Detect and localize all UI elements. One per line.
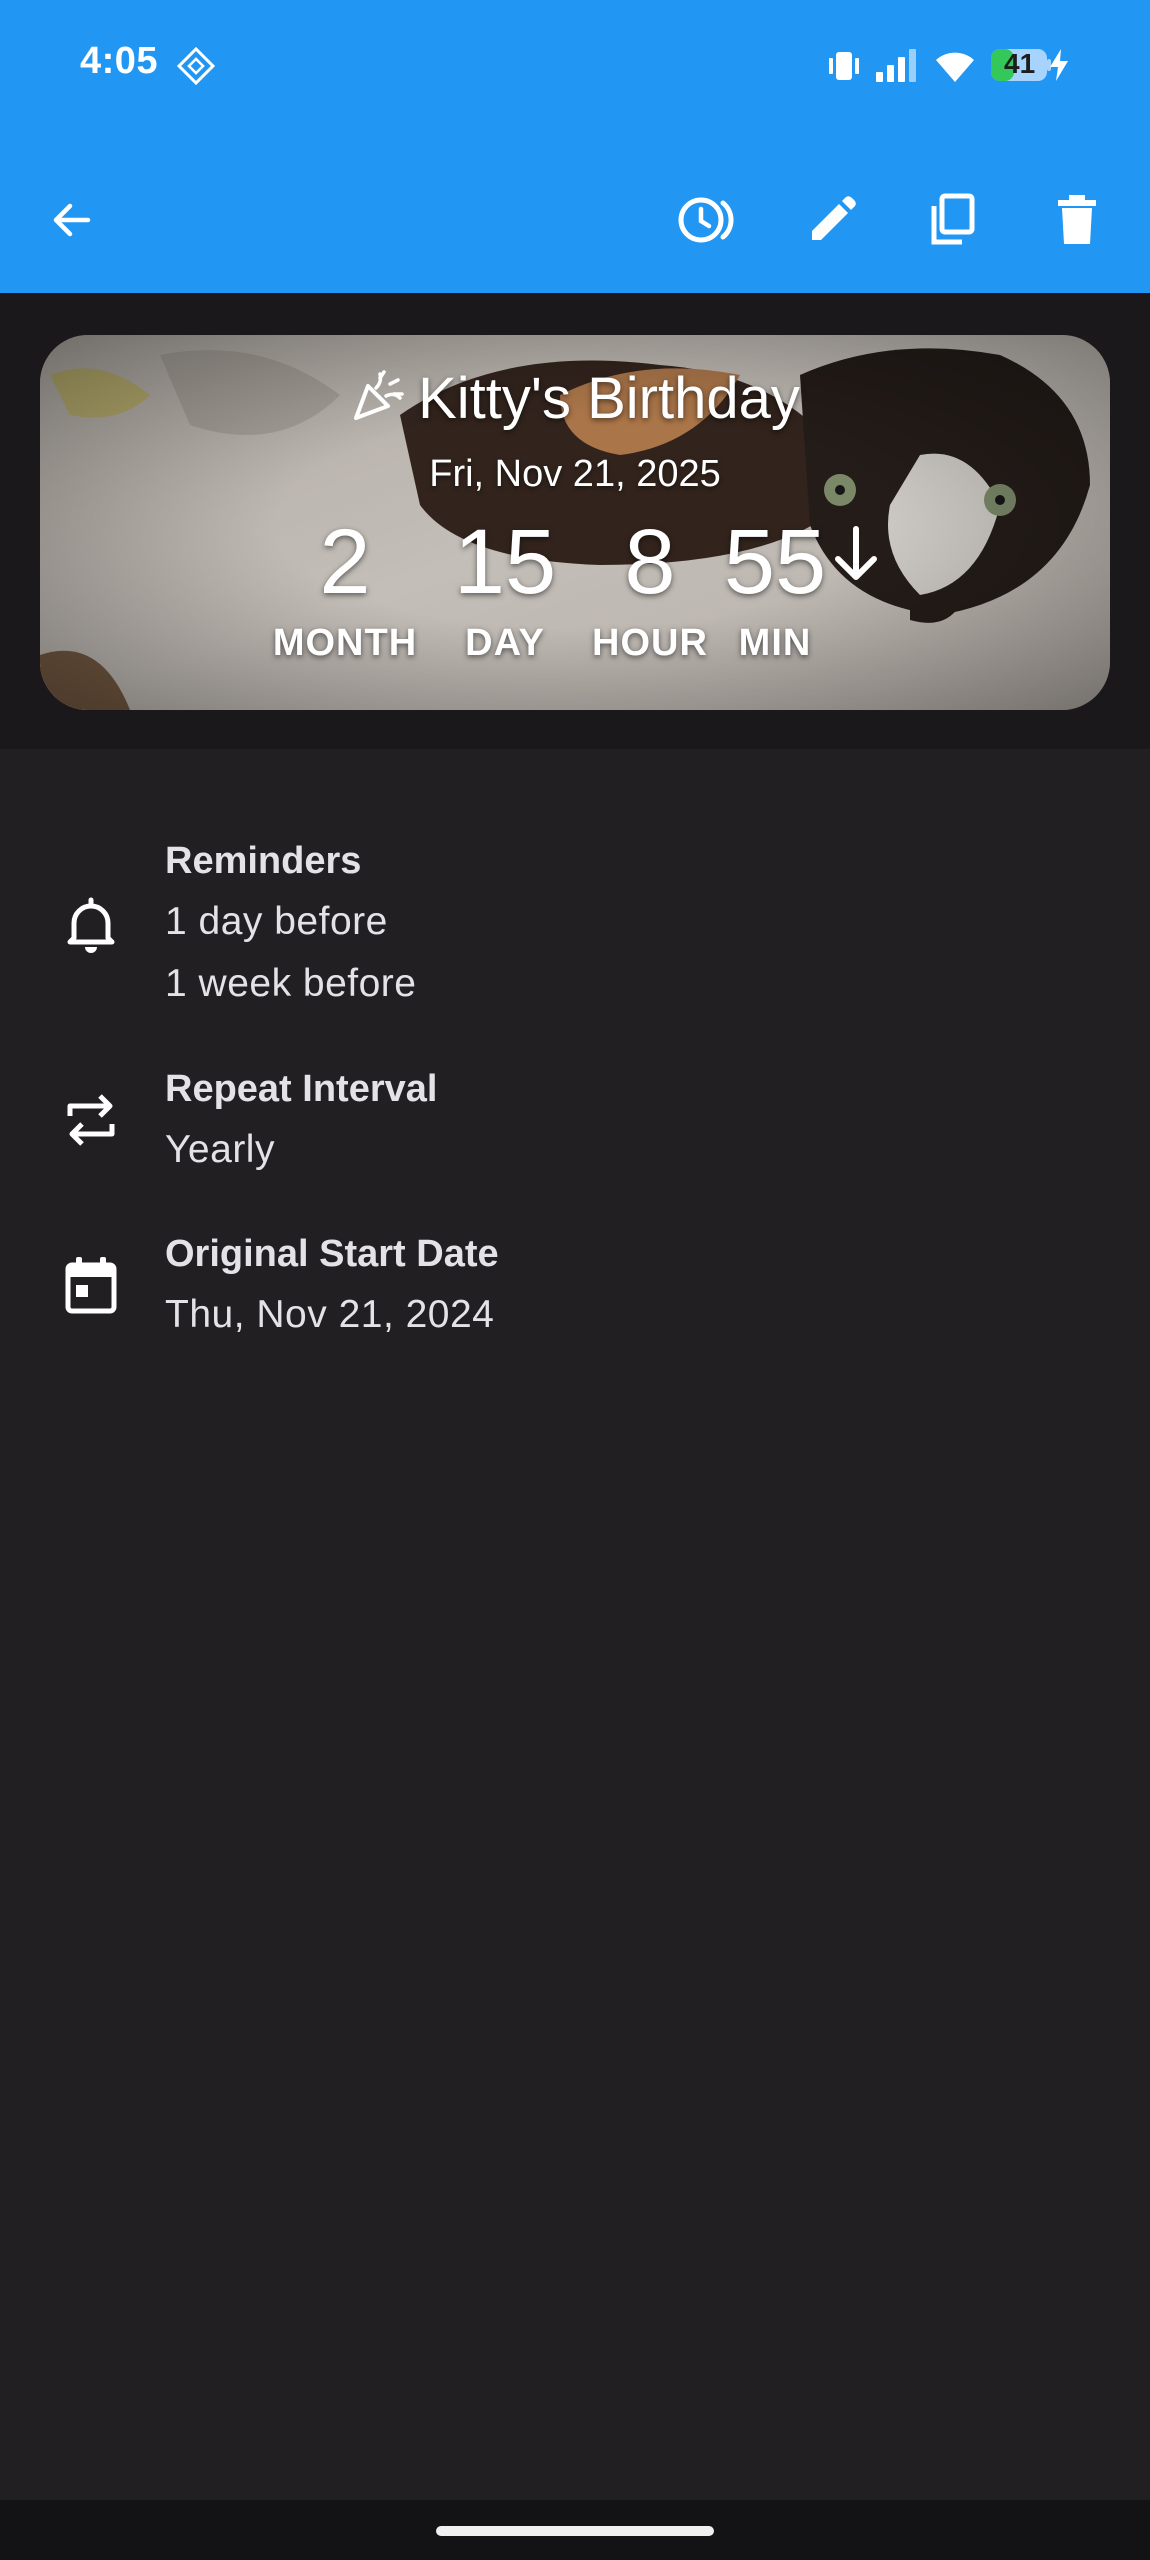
copy-button[interactable] [913, 180, 993, 260]
delete-button[interactable] [1037, 180, 1117, 260]
event-title: Kitty's Birthday [40, 365, 1110, 438]
reminders-title: Reminders [165, 840, 362, 882]
calendar-icon [62, 1255, 120, 1320]
repeat-interval-row[interactable]: Repeat Interval Yearly [0, 1060, 1150, 1190]
wifi-icon [932, 46, 978, 89]
battery-level: 41 [1004, 48, 1036, 79]
countdown-minutes-label: MIN [738, 622, 812, 664]
repeat-icon [62, 1090, 120, 1155]
home-gesture-handle[interactable] [436, 2526, 714, 2536]
event-title-text: Kitty's Birthday [418, 366, 800, 431]
vibrate-icon [826, 48, 862, 89]
delete-trash-icon [1058, 195, 1096, 244]
back-arrow-icon [53, 203, 91, 237]
party-popper-icon [350, 368, 406, 438]
history-icon [678, 197, 734, 243]
copy-icon [931, 193, 975, 245]
edit-pencil-icon [812, 196, 856, 240]
bell-icon [62, 896, 120, 959]
repeat-interval-value: Yearly [165, 1128, 275, 1171]
repeat-interval-title: Repeat Interval [165, 1068, 438, 1110]
start-date-value: Thu, Nov 21, 2024 [165, 1293, 495, 1336]
status-time: 4:05 [80, 40, 159, 82]
location-diamond-icon [176, 46, 216, 91]
back-button[interactable] [32, 180, 112, 260]
arrow-down-icon [830, 525, 882, 590]
edit-button[interactable] [792, 180, 872, 260]
reminder-item: 1 week before [165, 962, 417, 1005]
start-date-row[interactable]: Original Start Date Thu, Nov 21, 2024 [0, 1225, 1150, 1355]
reminders-row[interactable]: Reminders 1 day before 1 week before [0, 830, 1150, 1030]
history-button[interactable] [668, 180, 748, 260]
charging-icon [1048, 48, 1070, 87]
event-date: Fri, Nov 21, 2025 [429, 453, 721, 495]
reminder-item: 1 day before [165, 900, 388, 943]
status-bar: 4:05 41 [0, 0, 1150, 130]
signal-icon [874, 48, 920, 87]
event-card[interactable]: Kitty's Birthday Fri, Nov 21, 2025 2 15 … [40, 335, 1110, 710]
countdown-months-label: MONTH [272, 622, 418, 664]
countdown-months-value: 2 [319, 511, 371, 613]
start-date-title: Original Start Date [165, 1233, 499, 1275]
